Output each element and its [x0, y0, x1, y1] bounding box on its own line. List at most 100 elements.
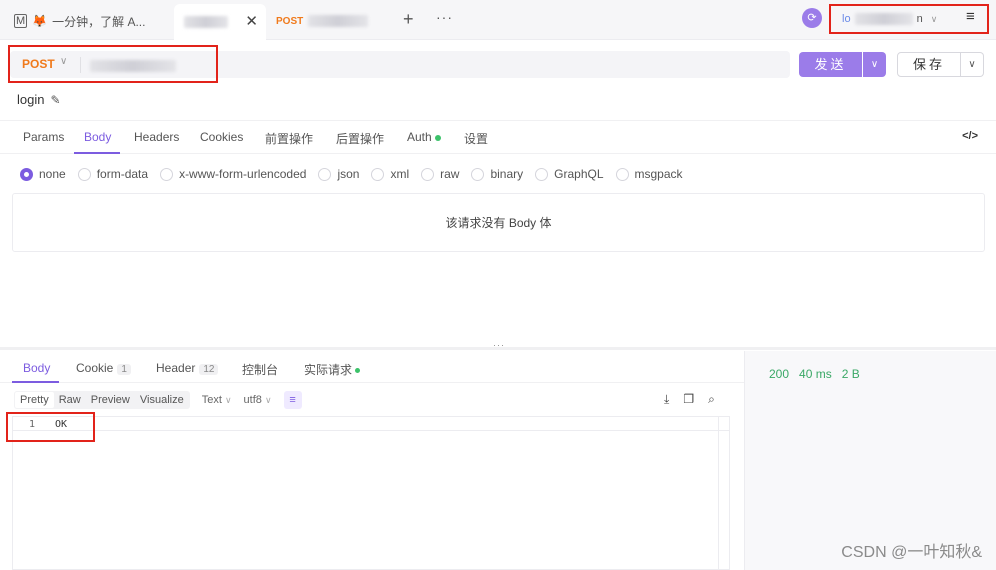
- radio-dot: [421, 167, 435, 181]
- radio-none[interactable]: none: [20, 167, 66, 181]
- body-type-radio-group: none form-data x-www-form-urlencoded jso…: [20, 166, 695, 182]
- radio-label: raw: [440, 167, 460, 181]
- active-tab-indicator: [74, 152, 120, 154]
- environment-select[interactable]: lo n ∨: [834, 7, 954, 31]
- radio-label: x-www-form-urlencoded: [179, 167, 307, 181]
- method-select[interactable]: POST: [22, 57, 55, 71]
- wrap-lines-icon[interactable]: ≡: [283, 391, 302, 409]
- radio-label: msgpack: [634, 167, 683, 181]
- radio-graphql[interactable]: GraphQL: [535, 167, 604, 181]
- code-line: 1 OK: [13, 417, 729, 431]
- radio-msgpack[interactable]: msgpack: [615, 167, 683, 181]
- radio-label: binary: [490, 167, 524, 181]
- watermark: CSDN @一叶知秋&: [841, 544, 982, 561]
- resp-tab-body[interactable]: Body: [23, 361, 50, 375]
- radio-form-data[interactable]: form-data: [77, 167, 149, 181]
- redacted-text: [308, 15, 369, 27]
- divider: [80, 57, 81, 73]
- drag-handle-icon[interactable]: ···: [493, 340, 505, 350]
- edit-icon[interactable]: ✎: [50, 93, 60, 107]
- tab-method: POST: [276, 15, 304, 27]
- tab-label: 一分钟，了解 A...: [52, 14, 146, 29]
- view-visualize[interactable]: Visualize: [135, 392, 189, 408]
- view-raw[interactable]: Raw: [54, 392, 86, 408]
- url-input[interactable]: [90, 60, 176, 72]
- tab-settings[interactable]: 设置: [464, 130, 488, 147]
- radio-dot: [471, 167, 485, 181]
- resp-tab-header[interactable]: Header 12: [156, 361, 219, 375]
- tab-doc[interactable]: M 🦊 一分钟，了解 A...: [14, 6, 145, 36]
- env-suffix: n: [916, 13, 923, 25]
- url-bar[interactable]: POST ∨: [10, 51, 790, 78]
- format-select[interactable]: Text ∨: [202, 394, 232, 406]
- radio-label: none: [39, 167, 66, 181]
- body-empty-message: 该请求没有 Body 体: [12, 193, 985, 252]
- menu-icon[interactable]: ≡: [966, 8, 975, 25]
- tab-auth-label: Auth: [407, 130, 432, 144]
- resp-tab-cookie[interactable]: Cookie 1: [76, 361, 131, 375]
- radio-urlencoded[interactable]: x-www-form-urlencoded: [160, 167, 306, 181]
- radio-dot: [318, 167, 332, 181]
- request-name-text: login: [17, 92, 45, 107]
- radio-raw[interactable]: raw: [421, 167, 459, 181]
- radio-dot: [20, 167, 33, 181]
- response-size: 2 B: [841, 367, 860, 381]
- request-name[interactable]: login ✎: [17, 92, 61, 107]
- save-options-icon[interactable]: ∨: [961, 52, 984, 77]
- close-icon[interactable]: ✕: [245, 12, 258, 30]
- tab-params[interactable]: Params: [23, 130, 64, 144]
- response-status: 200 40 ms 2 B: [769, 367, 860, 381]
- response-body-editor[interactable]: 1 OK: [12, 416, 730, 570]
- status-dot: [355, 368, 361, 374]
- markdown-icon: M: [14, 14, 28, 28]
- env-label: lo: [842, 13, 851, 25]
- tab-pre-script[interactable]: 前置操作: [265, 130, 313, 147]
- download-icon[interactable]: ⤓: [664, 392, 669, 407]
- save-button[interactable]: 保存: [897, 52, 961, 77]
- radio-binary[interactable]: binary: [471, 167, 523, 181]
- redacted-text: [854, 13, 913, 25]
- search-icon[interactable]: ⌕: [708, 392, 715, 407]
- response-tabs: Body Cookie 1 Header 12 控制台 实际请求: [0, 351, 744, 383]
- line-number: 1: [29, 419, 36, 430]
- view-pretty[interactable]: Pretty: [15, 392, 54, 408]
- code-icon[interactable]: </>: [962, 130, 978, 142]
- response-time: 40 ms: [799, 367, 832, 381]
- fox-icon: 🦊: [32, 14, 48, 28]
- sync-icon[interactable]: ⟳: [802, 8, 822, 28]
- redacted-text: [184, 16, 228, 28]
- radio-label: form-data: [96, 167, 149, 181]
- radio-dot: [160, 167, 174, 181]
- more-icon[interactable]: ···: [436, 9, 453, 25]
- tab-active[interactable]: ✕: [174, 4, 266, 40]
- tab-bar: M 🦊 一分钟，了解 A... ✕ POST + ··· ⟳ lo n ∨ ≡: [0, 0, 996, 40]
- request-tabs: Params Body Headers Cookies 前置操作 后置操作 Au…: [0, 120, 996, 154]
- radio-json[interactable]: json: [318, 167, 359, 181]
- tab-post-script[interactable]: 后置操作: [336, 130, 384, 147]
- line-content: OK: [55, 419, 68, 430]
- radio-dot: [615, 167, 629, 181]
- tab-headers[interactable]: Headers: [134, 130, 179, 144]
- radio-label: json: [337, 167, 360, 181]
- format-value: Text: [201, 394, 222, 406]
- send-options-icon[interactable]: ∨: [863, 52, 886, 77]
- response-pane: Body Cookie 1 Header 12 控制台 实际请求 Pretty Ra…: [0, 351, 744, 570]
- copy-icon[interactable]: ❐: [683, 392, 694, 407]
- send-button[interactable]: 发送: [799, 52, 862, 77]
- count-badge: 12: [199, 364, 219, 375]
- view-mode-switch: Pretty Raw Preview Visualize: [14, 391, 190, 409]
- add-tab-icon[interactable]: +: [403, 9, 414, 30]
- tab-cookies[interactable]: Cookies: [200, 130, 243, 144]
- tab-post[interactable]: POST: [276, 6, 369, 36]
- chevron-down-icon: ∨: [264, 395, 272, 405]
- radio-dot: [77, 167, 91, 181]
- encoding-select[interactable]: utf8 ∨: [244, 394, 272, 406]
- resp-tab-console[interactable]: 控制台: [242, 361, 278, 378]
- resp-tab-actual[interactable]: 实际请求: [304, 361, 361, 378]
- tab-body[interactable]: Body: [84, 130, 111, 144]
- response-actions: ⤓ ❐ ⌕: [664, 392, 715, 407]
- tab-auth[interactable]: Auth: [407, 130, 441, 144]
- scrollbar-track[interactable]: [718, 417, 719, 569]
- radio-xml[interactable]: xml: [371, 167, 409, 181]
- view-preview[interactable]: Preview: [86, 392, 135, 408]
